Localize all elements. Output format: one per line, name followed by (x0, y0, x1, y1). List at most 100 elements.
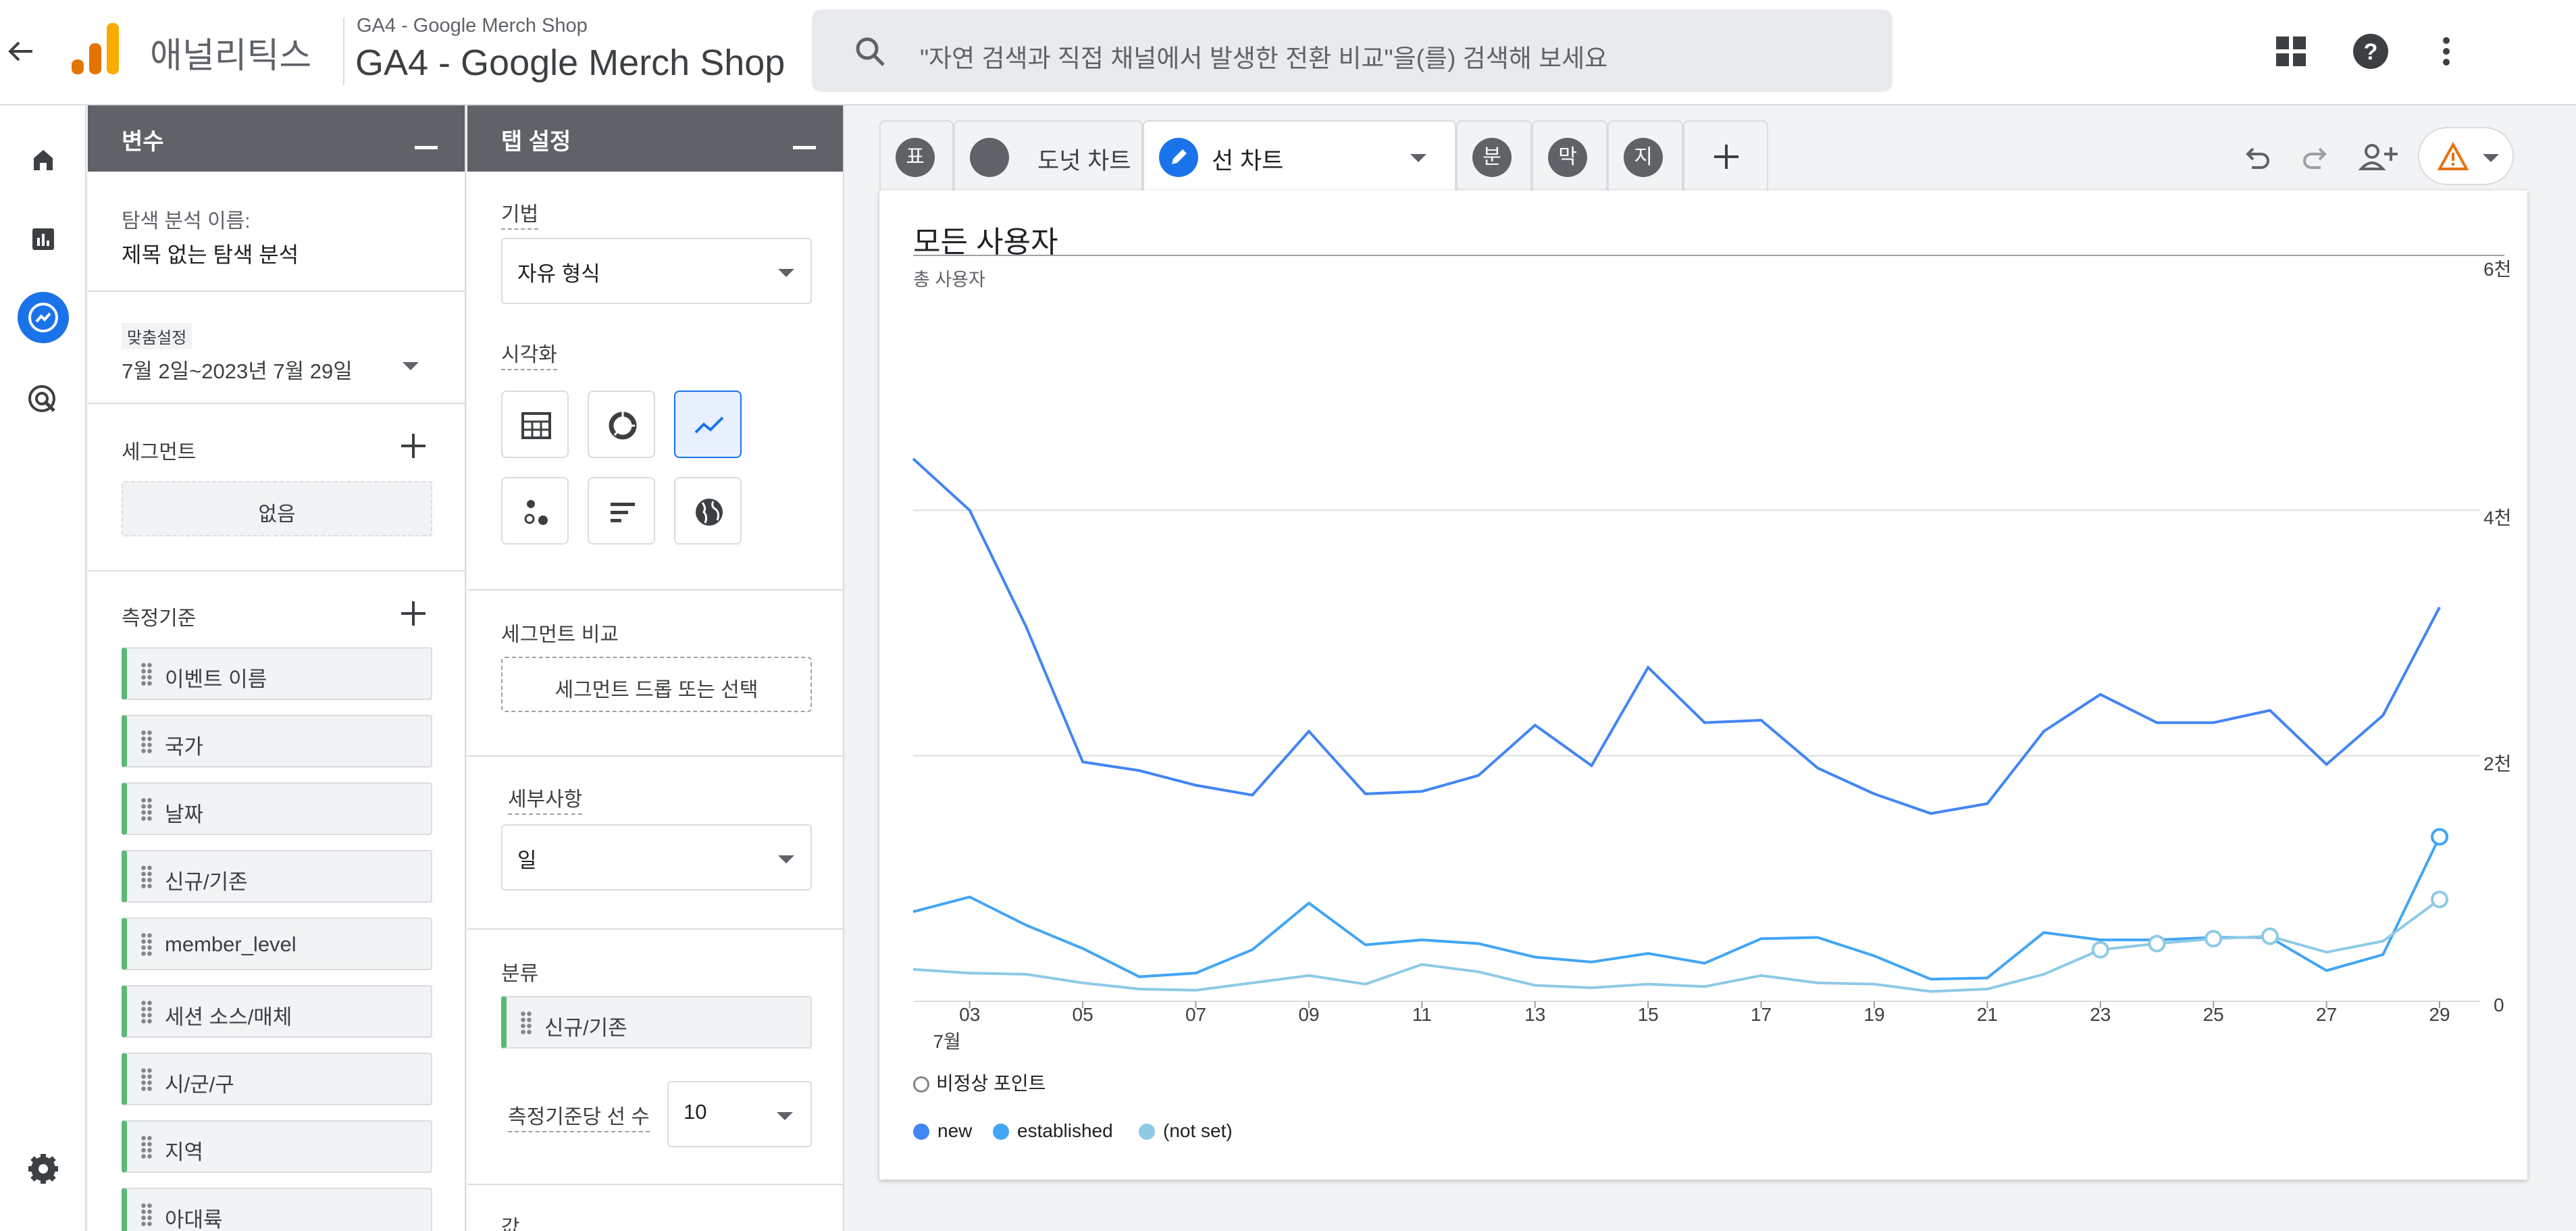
add-tab-icon (1713, 143, 1740, 170)
reports-icon[interactable] (18, 213, 69, 265)
date-dropdown-icon[interactable] (403, 362, 419, 370)
dimension-chip[interactable]: 신규/기존 (122, 850, 432, 903)
series-line-established[interactable] (912, 836, 2441, 981)
drag-handle-icon[interactable] (140, 1000, 153, 1024)
bar-chart-icon (611, 503, 635, 522)
tab-donut[interactable]: 도넛 차트 (954, 120, 1143, 191)
x-tick-label: 29 (2429, 1004, 2450, 1025)
granularity-value: 일 (517, 849, 537, 872)
divider (88, 291, 465, 292)
legend-item-not-set[interactable]: (not set) (1139, 1120, 1233, 1142)
date-range-picker[interactable]: 7월 2일~2023년 7월 29일 (122, 354, 353, 384)
donut-chart-icon (609, 411, 637, 440)
drag-handle-icon[interactable] (140, 797, 153, 822)
dimension-chip[interactable]: 시/군/구 (122, 1053, 432, 1105)
anomaly-point[interactable] (2091, 940, 2109, 959)
table-viz-button[interactable] (501, 391, 569, 458)
variables-panel: 변수 탐색 분석 이름: 제목 없는 탐색 분석 맞춤설정 7월 2일~2023… (88, 105, 466, 1231)
drag-handle-icon[interactable] (520, 1011, 532, 1035)
drag-handle-icon[interactable] (140, 1135, 153, 1159)
dimension-label: 시/군/구 (165, 1073, 234, 1097)
breakdown-chip[interactable]: 신규/기존 (501, 996, 812, 1049)
drag-handle-icon[interactable] (140, 1203, 153, 1227)
property-selector[interactable]: GA4 - Google Merch Shop (355, 42, 785, 84)
line-viz-button[interactable] (674, 391, 742, 458)
exploration-canvas: 표 도넛 차트 선 차트 분 막 지 모든 사용자 총 사용자 6천 4천 2천… (846, 105, 2576, 1231)
explore-icon[interactable] (18, 292, 69, 343)
home-icon[interactable] (18, 134, 69, 185)
x-tick-label: 03 (959, 1004, 981, 1025)
date-badge: 맞춤설정 (122, 323, 192, 349)
y-tick-label: 2천 (2483, 753, 2512, 774)
segment-drop-zone[interactable]: 세그먼트 드롭 또는 선택 (501, 657, 812, 712)
dimension-chip[interactable]: 지역 (122, 1120, 432, 1173)
tab-bar[interactable]: 막 (1532, 120, 1607, 191)
dimensions-label: 측정기준 (122, 607, 197, 630)
rows-per-dimension-select[interactable]: 10 (667, 1081, 812, 1147)
undo-icon[interactable] (2240, 141, 2275, 176)
dimension-label: 지역 (165, 1140, 204, 1164)
drag-handle-icon[interactable] (140, 865, 153, 889)
anomaly-point[interactable] (2431, 828, 2448, 846)
dimension-chip[interactable]: 날짜 (122, 782, 432, 835)
dimension-label: 국가 (165, 735, 204, 759)
svg-text:?: ? (2364, 39, 2378, 65)
sampling-warning-button[interactable] (2418, 127, 2514, 185)
drag-handle-icon[interactable] (140, 932, 153, 957)
add-dimension-icon[interactable] (400, 600, 427, 627)
dimension-chip[interactable]: 아대륙 (122, 1188, 432, 1231)
tab-menu-dropdown-icon[interactable] (1410, 154, 1426, 162)
tab-table[interactable]: 표 (879, 120, 954, 191)
redo-icon[interactable] (2298, 141, 2333, 176)
anomaly-point[interactable] (2431, 890, 2448, 909)
x-tick-label: 25 (2203, 1004, 2224, 1025)
granularity-select[interactable]: 일 (501, 824, 812, 890)
search-bar[interactable]: "자연 검색과 직접 채널에서 발생한 전환 비교"을(를) 검색해 보세요 (812, 9, 1892, 92)
tab-breakdown[interactable]: 분 (1456, 120, 1532, 191)
dimension-chip[interactable]: 국가 (122, 715, 432, 768)
legend-item-new[interactable]: new (913, 1120, 972, 1142)
dimension-chip[interactable]: 이벤트 이름 (122, 647, 432, 700)
bar-viz-button[interactable] (588, 477, 655, 545)
add-segment-icon[interactable] (400, 432, 427, 459)
table-icon (521, 412, 551, 439)
collapse-variables-icon[interactable] (415, 146, 438, 149)
more-vert-icon[interactable] (2422, 27, 2471, 76)
y-tick-label: 0 (2494, 995, 2504, 1015)
tab-line-chart[interactable]: 선 차트 (1143, 120, 1456, 191)
settings-gear-icon[interactable] (18, 1143, 69, 1195)
legend-item-established[interactable]: established (993, 1120, 1113, 1142)
technique-select[interactable]: 자유 형식 (501, 238, 812, 304)
tab-map[interactable]: 지 (1607, 120, 1683, 191)
drag-handle-icon[interactable] (140, 1067, 153, 1092)
technique-label: 기법 (501, 197, 539, 230)
back-arrow-icon[interactable] (0, 27, 42, 76)
exploration-name[interactable]: 제목 없는 탐색 분석 (122, 238, 299, 269)
anomaly-point[interactable] (2148, 934, 2166, 953)
apps-grid-icon[interactable] (2267, 27, 2315, 76)
chevron-down-icon (778, 269, 794, 277)
share-add-person-icon[interactable] (2357, 141, 2400, 176)
x-tick-label: 09 (1298, 1004, 1320, 1025)
collapse-tab-settings-icon[interactable] (793, 146, 816, 149)
advertising-icon[interactable] (18, 374, 69, 426)
header-divider (343, 18, 344, 85)
drag-handle-icon[interactable] (140, 730, 153, 754)
dimension-chip[interactable]: 세션 소스/매체 (122, 985, 432, 1038)
chart-card: 모든 사용자 총 사용자 6천 4천 2천 0 03 05 07 09 11 13 15 17… (879, 191, 2527, 1180)
anomaly-legend[interactable]: 비정상 포인트 (913, 1069, 1046, 1096)
donut-viz-button[interactable] (588, 391, 655, 458)
line-chart[interactable] (879, 191, 2527, 1069)
scatter-viz-button[interactable] (501, 477, 569, 545)
help-icon[interactable]: ? (2346, 27, 2395, 76)
account-name[interactable]: GA4 - Google Merch Shop (357, 15, 588, 37)
geo-viz-button[interactable] (674, 477, 742, 545)
drag-handle-icon[interactable] (140, 662, 153, 686)
series-line-new[interactable] (912, 457, 2441, 815)
anomaly-point[interactable] (2261, 927, 2279, 945)
add-tab-button[interactable] (1683, 120, 1768, 191)
top-app-bar: 애널리틱스 GA4 - Google Merch Shop GA4 - Goog… (0, 0, 2576, 105)
anomaly-point[interactable] (2205, 930, 2223, 948)
dimension-chip[interactable]: member_level (122, 918, 432, 970)
x-tick-label: 17 (1750, 1004, 1772, 1025)
